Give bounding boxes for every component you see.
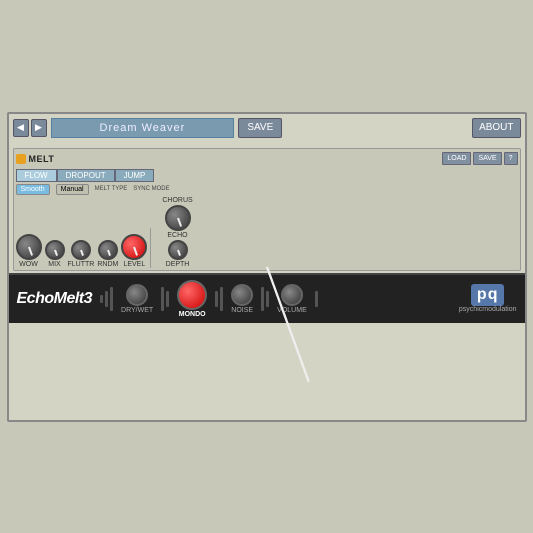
noise-label: NOISE [231,307,253,314]
eq-bar-6 [215,291,218,307]
mix-group: MIX [45,240,65,268]
eq-bar-5 [166,291,169,307]
next-preset-button[interactable]: ▶ [31,119,47,137]
echo-knob[interactable] [165,205,191,231]
nav-arrows: ◀ ▶ [13,119,47,137]
melt-tabs: FLOW DROPOUT JUMP [16,169,518,182]
fluttr-knob[interactable] [71,240,91,260]
noise-knob[interactable] [231,284,253,306]
eq-bar-1 [100,295,103,303]
melt-save-button[interactable]: SAVE [473,152,501,165]
mondo-knob[interactable] [177,280,207,310]
rndm-group: RNDM [97,240,118,268]
echo-knob-group: ECHO [165,205,191,239]
logo-sub: psychicmodulation [459,306,517,313]
mix-label: MIX [48,261,60,268]
rndm-knob[interactable] [98,240,118,260]
eq-bar-9 [266,291,269,307]
divider3 [150,228,151,268]
about-button[interactable]: ABOUT [472,118,520,138]
melt-panel-btns: LOAD SAVE ? [442,152,517,165]
drywet-knob[interactable] [126,284,148,306]
fluttr-label: FLUTTR [68,261,95,268]
melt-title: MELT [29,154,55,164]
mondo-group: MONDO [177,280,207,318]
prev-preset-button[interactable]: ◀ [13,119,29,137]
rndm-label: RNDM [97,261,118,268]
logo-icon: pq [471,284,505,306]
melt-type-label: MELT TYPE [95,186,128,192]
eq-bar-7 [220,287,223,311]
melt-level-group: LEVEL [121,234,147,268]
eq-bar-3 [110,287,113,311]
noise-group: NOISE [231,284,253,314]
eq-bar-10 [315,291,318,307]
mix-knob[interactable] [45,240,65,260]
main-area: MELT LOAD SAVE ? FLOW DROPOUT JUMP Smoot… [9,142,525,273]
melt-indicator [16,154,26,164]
eq-bar-8 [261,287,264,311]
chorus-title: CHORUS [162,197,192,204]
melt-main-row: WOW MIX FLUTTR RNDM LEVEL [16,197,518,268]
plugin-frame: ◀ ▶ Dream Weaver SAVE ABOUT MELT LOAD SA… [7,112,527,422]
eq-lines-5 [315,284,318,314]
eq-lines [100,284,113,314]
volume-knob[interactable] [281,284,303,306]
drywet-group: DRY/WET [121,284,153,314]
tab-dropout[interactable]: DROPOUT [57,169,115,182]
bottom-bar: EchoMelt3 DRY/WET MONDO NOISE [9,273,525,323]
echo-knob-label: ECHO [167,232,187,239]
save-button[interactable]: SAVE [238,118,282,138]
eq-lines-3 [215,284,223,314]
eq-bar-2 [105,291,108,307]
depth-knob[interactable] [168,240,188,260]
melt-help-button[interactable]: ? [504,152,518,165]
wow-label: WOW [19,261,38,268]
top-bar: ◀ ▶ Dream Weaver SAVE ABOUT [9,114,525,142]
wow-group: WOW [16,234,42,268]
fluttr-group: FLUTTR [68,240,95,268]
melt-panel: MELT LOAD SAVE ? FLOW DROPOUT JUMP Smoot… [13,148,521,271]
eq-bar-4 [161,287,164,311]
eq-lines-4 [261,284,269,314]
tab-flow[interactable]: FLOW [16,169,57,182]
melt-load-button[interactable]: LOAD [442,152,471,165]
melt-header: MELT LOAD SAVE ? [16,151,518,167]
melt-title-box: MELT [16,154,443,164]
melt-syncmode-label: SYNC MODE [133,186,169,192]
mondo-label: MONDO [179,311,206,318]
drywet-label: DRY/WET [121,307,153,314]
eq-lines-2 [161,284,169,314]
melt-manual-button[interactable]: Manual [56,184,89,195]
brand-name: EchoMelt3 [17,290,93,308]
volume-group: VOLUME [277,284,307,314]
smooth-button[interactable]: Smooth [16,184,50,195]
depth-group: DEPTH [166,240,190,268]
depth-label: DEPTH [166,261,190,268]
melt-level-label: LEVEL [123,261,145,268]
melt-level-knob[interactable] [121,234,147,260]
preset-name: Dream Weaver [51,118,235,138]
logo-box: pq psychicmodulation [459,284,517,313]
chorus-section: CHORUS ECHO DEPTH [162,197,192,268]
tab-jump[interactable]: JUMP [115,169,155,182]
wow-knob[interactable] [16,234,42,260]
melt-type-row: Smooth Manual MELT TYPE SYNC MODE [16,184,518,195]
